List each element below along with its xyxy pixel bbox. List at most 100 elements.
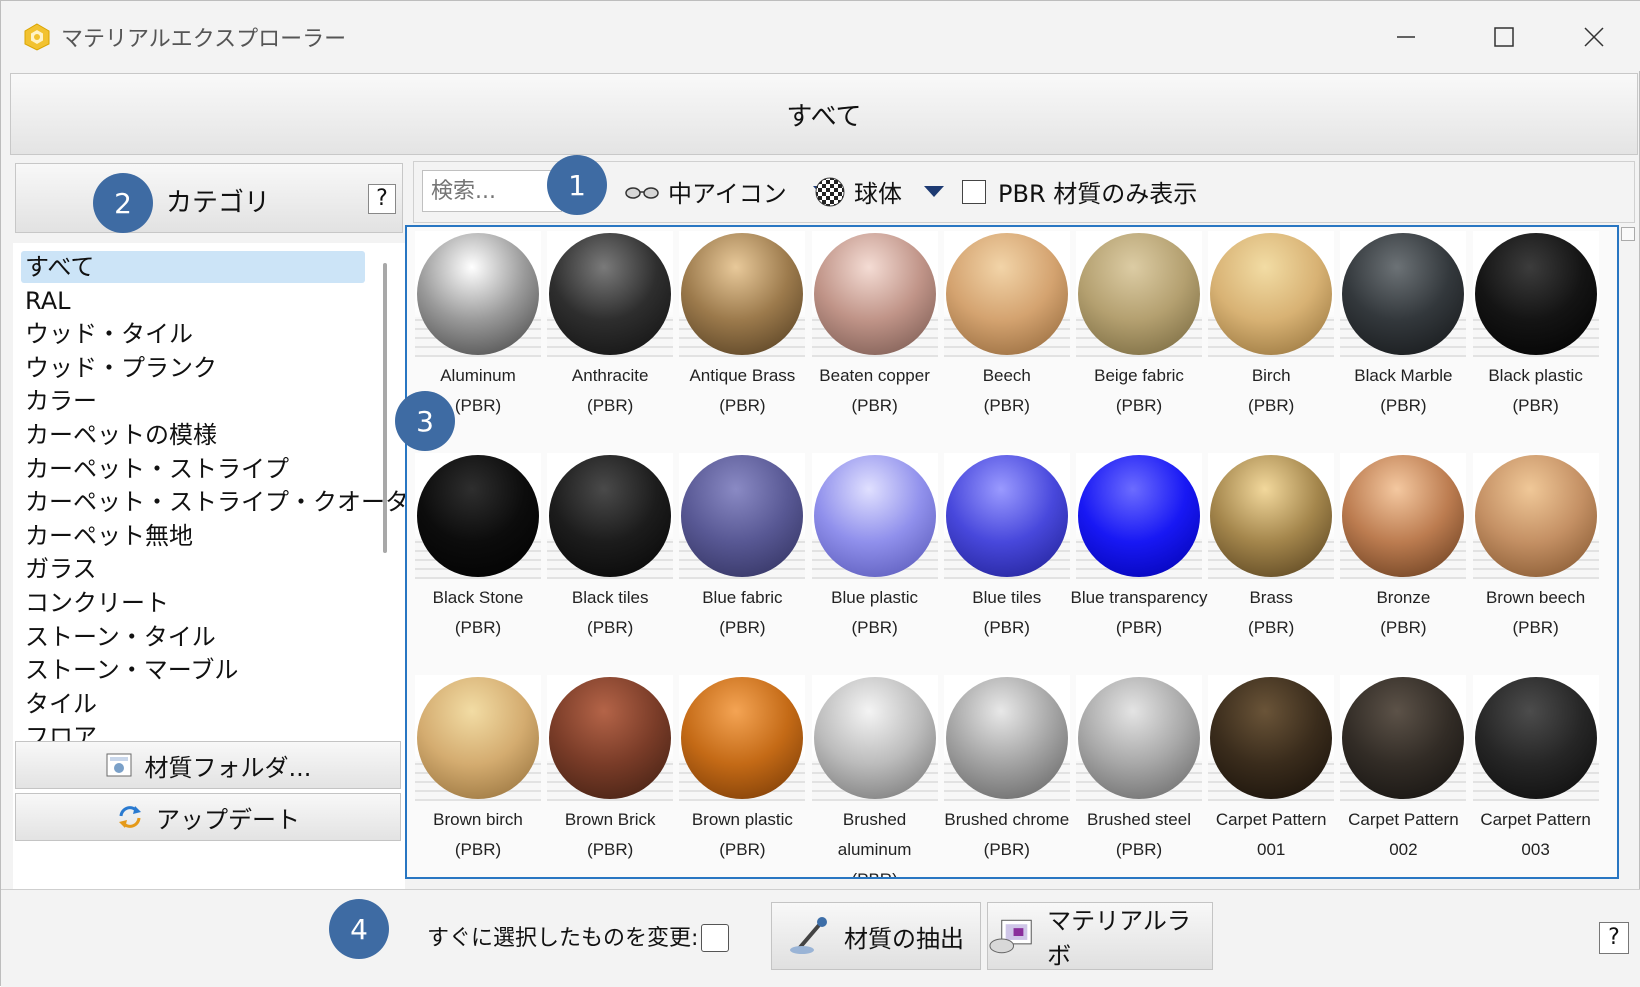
material-tile[interactable]: Blue plastic (PBR) (810, 453, 940, 671)
update-label: アップデート (156, 805, 300, 834)
material-pbr-tag: (PBR) (983, 396, 1030, 415)
material-tile[interactable]: Brushed steel (PBR) (1074, 675, 1204, 877)
category-help-button[interactable]: ? (368, 184, 396, 214)
category-item[interactable]: カーペット・ストライプ (25, 453, 289, 485)
material-lab-button[interactable]: マテリアルラボ (987, 902, 1213, 970)
maximize-button[interactable] (1479, 15, 1529, 59)
minimize-button[interactable] (1381, 15, 1431, 59)
material-tile[interactable]: Bronze (PBR) (1338, 453, 1468, 671)
category-item[interactable]: カーペットの模様 (25, 419, 217, 451)
maximize-icon (1494, 27, 1514, 47)
grid-corner-handle[interactable] (1621, 227, 1635, 241)
material-folder-button[interactable]: 材質フォルダ... (15, 741, 401, 789)
material-sphere (813, 233, 936, 355)
material-sphere (813, 455, 936, 577)
material-thumbnail (1472, 675, 1599, 801)
pbr-only-checkbox[interactable] (962, 179, 986, 204)
material-thumbnail (1340, 675, 1467, 801)
material-tile[interactable]: Brass (PBR) (1206, 453, 1336, 671)
material-tile[interactable]: Brushed chrome (PBR) (942, 675, 1072, 877)
extract-material-button[interactable]: 材質の抽出 (771, 902, 981, 970)
material-tile[interactable]: Beige fabric (PBR) (1074, 231, 1204, 449)
material-tile[interactable]: Brown plastic (PBR) (677, 675, 807, 877)
material-label: Black plastic (PBR) (1467, 361, 1605, 421)
material-label: Black Marble (PBR) (1334, 361, 1472, 421)
material-tile[interactable]: Beaten copper (PBR) (810, 231, 940, 449)
close-button[interactable] (1569, 15, 1619, 59)
chevron-down-icon (924, 186, 944, 197)
material-sphere (549, 455, 672, 577)
material-tile[interactable]: Black Marble (PBR) (1338, 231, 1468, 449)
material-thumbnail (811, 231, 938, 357)
category-header[interactable]: カテゴリ ? (15, 163, 403, 233)
search-input[interactable] (422, 170, 562, 212)
category-item[interactable]: カラー (25, 385, 97, 417)
auto-change-checkbox[interactable] (701, 924, 729, 952)
material-tile[interactable]: Birch (PBR) (1206, 231, 1336, 449)
material-tile[interactable]: Carpet Pattern 002 (1338, 675, 1468, 877)
material-tile[interactable]: Anthracite (PBR) (545, 231, 675, 449)
category-item[interactable]: すべて (21, 251, 365, 283)
material-thumbnail (679, 675, 806, 801)
icon-size-label: 中アイコン (668, 180, 787, 208)
material-tile[interactable]: Brown birch (PBR) (413, 675, 543, 877)
material-thumbnail (1076, 231, 1202, 357)
material-thumbnail (1208, 675, 1335, 801)
material-tile[interactable]: Brushed aluminum(PBR) (810, 675, 940, 877)
material-sphere (1474, 233, 1597, 355)
category-item[interactable]: RAL (25, 285, 71, 317)
material-thumbnail (1076, 675, 1202, 801)
material-tile[interactable]: Antique Brass (PBR) (677, 231, 807, 449)
material-tile[interactable]: Black Stone (PBR) (413, 453, 543, 671)
category-scrollbar[interactable] (383, 263, 387, 553)
category-item[interactable]: タイル (25, 688, 97, 720)
material-tile[interactable]: Brown beech (PBR) (1471, 453, 1601, 671)
material-label: Beige fabric (PBR) (1070, 361, 1208, 421)
category-item[interactable]: カーペット無地 (25, 520, 193, 552)
material-tile[interactable]: Beech (PBR) (942, 231, 1072, 449)
callout-badge-3: 3 (395, 391, 455, 451)
help-button[interactable]: ? (1599, 922, 1629, 954)
material-pbr-tag: (PBR) (587, 618, 634, 637)
category-item[interactable]: コンクリート (25, 587, 169, 619)
material-pbr-tag: (PBR) (719, 618, 766, 637)
material-name: Brown plastic (691, 810, 793, 829)
material-pbr-tag: (PBR) (719, 396, 766, 415)
category-item[interactable]: ガラス (25, 553, 97, 585)
material-label: Brown plastic (PBR) (673, 805, 811, 865)
material-tile[interactable]: Blue tiles (PBR) (942, 453, 1072, 671)
update-button[interactable]: アップデート (15, 793, 401, 841)
material-pbr-tag: (PBR) (851, 396, 898, 415)
shape-dropdown[interactable]: 球体 (814, 174, 944, 209)
material-tile[interactable]: Black tiles (PBR) (545, 453, 675, 671)
category-item[interactable]: ストーン・タイル (25, 621, 216, 653)
category-item[interactable]: カーペット・ストライプ・クオーター (25, 486, 433, 518)
material-pbr-tag: (PBR) (1115, 618, 1163, 637)
material-tile[interactable]: Blue fabric (PBR) (677, 453, 807, 671)
callout-badge-1: 1 (547, 155, 607, 215)
material-sphere (549, 233, 672, 355)
material-sphere (681, 233, 804, 355)
material-tile[interactable]: Blue transparency (PBR) (1070, 453, 1208, 671)
material-thumbnail (679, 453, 806, 579)
category-item[interactable]: ストーン・マーブル (25, 654, 238, 686)
pbr-only-toggle[interactable]: PBR 材質のみ表示 (962, 174, 1197, 209)
material-tile[interactable]: Brown Brick (PBR) (545, 675, 675, 877)
category-panel: カテゴリ ? すべて RAL ウッド・タイル ウッド・プランク カラー カーペットの模様カ… (13, 163, 433, 923)
material-pbr-tag: (PBR) (1248, 618, 1295, 637)
material-grid: Aluminum (PBR) Anthracite (PBR) Antique Bras… (405, 225, 1619, 879)
pbr-only-label: PBR 材質のみ表示 (998, 180, 1198, 208)
material-tile[interactable]: Carpet Pattern 003 (1471, 675, 1601, 877)
minimize-icon (1397, 36, 1415, 38)
material-sphere (1210, 677, 1333, 799)
material-tile[interactable]: Black plastic (PBR) (1471, 231, 1601, 449)
icon-size-dropdown[interactable]: 中アイコン (624, 174, 833, 209)
material-tile[interactable]: Carpet Pattern 001 (1206, 675, 1336, 877)
material-thumbnail (1472, 231, 1599, 357)
material-sphere (813, 677, 936, 799)
category-item[interactable]: ウッド・プランク (25, 352, 217, 384)
category-item[interactable]: ウッド・タイル (25, 318, 193, 350)
tab-all[interactable]: すべて (10, 73, 1638, 155)
folder-icon (106, 753, 132, 777)
material-pbr-tag: (PBR) (587, 396, 634, 415)
